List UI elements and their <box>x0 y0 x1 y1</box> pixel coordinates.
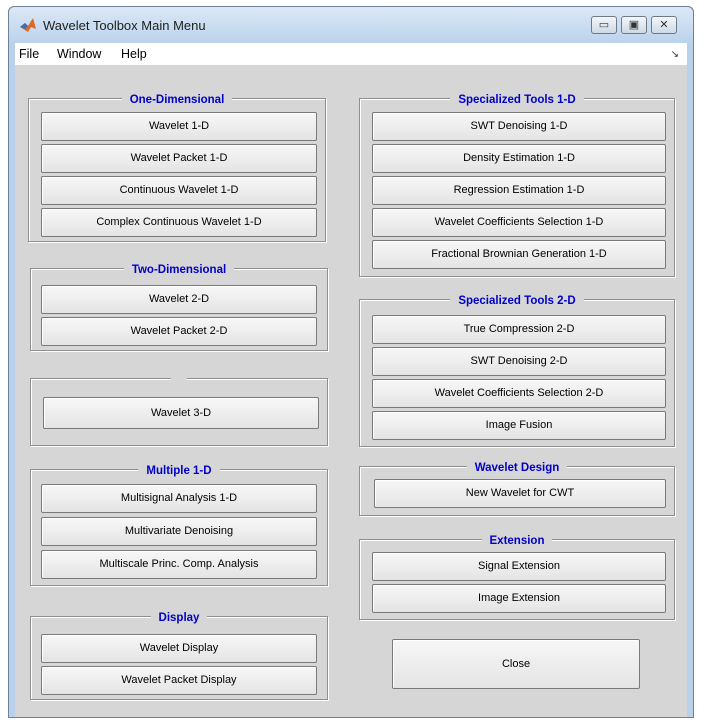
app-window: Wavelet Toolbox Main Menu ▭ ▣ ✕ File Win… <box>8 6 694 718</box>
panel-title-three-dimensional <box>171 374 187 386</box>
panel-title-two-dimensional: Two-Dimensional <box>123 264 235 276</box>
new-wavelet-cwt-button[interactable]: New Wavelet for CWT <box>374 479 666 508</box>
panel-display: Display Wavelet Display Wavelet Packet D… <box>30 612 328 700</box>
continuous-wavelet-1d-button[interactable]: Continuous Wavelet 1-D <box>41 176 317 205</box>
image-extension-button[interactable]: Image Extension <box>372 584 666 613</box>
true-compression-2d-button[interactable]: True Compression 2-D <box>372 315 666 344</box>
wavelet-display-button[interactable]: Wavelet Display <box>41 634 317 663</box>
multiscale-pca-button[interactable]: Multiscale Princ. Comp. Analysis <box>41 550 317 579</box>
wavelet-coefficients-selection-1d-button[interactable]: Wavelet Coefficients Selection 1-D <box>372 208 666 237</box>
main-panel: One-Dimensional Wavelet 1-D Wavelet Pack… <box>15 65 687 717</box>
panel-title-wavelet-design: Wavelet Design <box>466 462 568 474</box>
matlab-logo-icon <box>20 18 36 32</box>
image-fusion-button[interactable]: Image Fusion <box>372 411 666 440</box>
panel-title-specialized-2d: Specialized Tools 2-D <box>450 295 584 307</box>
panel-title-display: Display <box>150 612 208 624</box>
regression-estimation-1d-button[interactable]: Regression Estimation 1-D <box>372 176 666 205</box>
window-title: Wavelet Toolbox Main Menu <box>43 18 206 33</box>
minimize-button[interactable]: ▭ <box>591 16 617 34</box>
signal-extension-button[interactable]: Signal Extension <box>372 552 666 581</box>
multivariate-denoising-button[interactable]: Multivariate Denoising <box>41 517 317 546</box>
close-button[interactable]: Close <box>392 639 640 689</box>
wavelet-coefficients-selection-2d-button[interactable]: Wavelet Coefficients Selection 2-D <box>372 379 666 408</box>
panel-title-specialized-1d: Specialized Tools 1-D <box>450 94 584 106</box>
panel-two-dimensional: Two-Dimensional Wavelet 2-D Wavelet Pack… <box>30 264 328 351</box>
wavelet-3d-button[interactable]: Wavelet 3-D <box>43 397 319 429</box>
panel-specialized-2d: Specialized Tools 2-D True Compression 2… <box>359 295 675 447</box>
swt-denoising-2d-button[interactable]: SWT Denoising 2-D <box>372 347 666 376</box>
multisignal-analysis-1d-button[interactable]: Multisignal Analysis 1-D <box>41 484 317 513</box>
panel-extension: Extension Signal Extension Image Extensi… <box>359 535 675 620</box>
swt-denoising-1d-button[interactable]: SWT Denoising 1-D <box>372 112 666 141</box>
dock-arrow-icon[interactable]: ↘ <box>671 49 679 60</box>
wavelet-packet-2d-button[interactable]: Wavelet Packet 2-D <box>41 317 317 346</box>
close-window-button[interactable]: ✕ <box>651 16 677 34</box>
title-bar[interactable]: Wavelet Toolbox Main Menu ▭ ▣ ✕ <box>9 7 693 43</box>
wavelet-packet-display-button[interactable]: Wavelet Packet Display <box>41 666 317 695</box>
density-estimation-1d-button[interactable]: Density Estimation 1-D <box>372 144 666 173</box>
panel-specialized-1d: Specialized Tools 1-D SWT Denoising 1-D … <box>359 94 675 277</box>
panel-title-one-dimensional: One-Dimensional <box>121 94 233 106</box>
panel-title-multiple-1d: Multiple 1-D <box>138 465 220 477</box>
panel-three-dimensional: Wavelet 3-D <box>30 374 328 446</box>
wavelet-packet-1d-button[interactable]: Wavelet Packet 1-D <box>41 144 317 173</box>
wavelet-2d-button[interactable]: Wavelet 2-D <box>41 285 317 314</box>
wavelet-1d-button[interactable]: Wavelet 1-D <box>41 112 317 141</box>
menu-window[interactable]: Window <box>57 47 101 61</box>
menu-help[interactable]: Help <box>121 47 147 61</box>
complex-continuous-wavelet-1d-button[interactable]: Complex Continuous Wavelet 1-D <box>41 208 317 237</box>
panel-wavelet-design: Wavelet Design New Wavelet for CWT <box>359 462 675 516</box>
panel-multiple-1d: Multiple 1-D Multisignal Analysis 1-D Mu… <box>30 465 328 586</box>
panel-title-extension: Extension <box>481 535 553 547</box>
menu-file[interactable]: File <box>19 47 39 61</box>
menu-bar: File Window Help ↘ <box>15 43 687 65</box>
maximize-button[interactable]: ▣ <box>621 16 647 34</box>
fractional-brownian-generation-1d-button[interactable]: Fractional Brownian Generation 1-D <box>372 240 666 269</box>
panel-one-dimensional: One-Dimensional Wavelet 1-D Wavelet Pack… <box>28 94 326 242</box>
